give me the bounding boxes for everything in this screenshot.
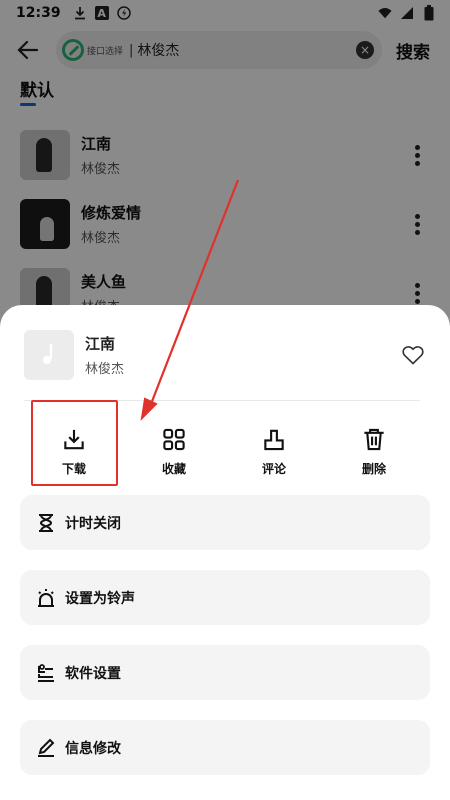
hourglass-icon: [39, 513, 53, 532]
app-settings-label: 软件设置: [65, 665, 121, 682]
alarm-icon: [38, 588, 54, 607]
grid-icon: [163, 428, 185, 451]
collect-label: 收藏: [161, 462, 186, 476]
comment-icon: [264, 429, 284, 451]
favorite-button[interactable]: [400, 342, 426, 368]
set-ringtone-label: 设置为铃声: [65, 590, 135, 607]
trash-icon: [364, 428, 384, 451]
song-options-sheet: 江南 林俊杰 下载 收藏 评论 删除 计时关闭 设置为铃声 软件设置 信息修改: [0, 305, 450, 800]
edit-info-label: 信息修改: [65, 740, 121, 757]
sheet-song-header: 江南 林俊杰: [24, 329, 426, 381]
heart-outline-icon: [402, 346, 424, 365]
sheet-song-title: 江南: [85, 335, 116, 353]
comment-button[interactable]: 评论: [224, 427, 324, 477]
collect-button[interactable]: 收藏: [124, 427, 224, 477]
timer-close-label: 计时关闭: [65, 515, 121, 532]
set-ringtone-option[interactable]: 设置为铃声: [20, 570, 430, 625]
sheet-song-artist: 林俊杰: [85, 362, 125, 377]
delete-button[interactable]: 删除: [324, 427, 424, 477]
annotation-highlight-box: [31, 400, 118, 486]
timer-close-option[interactable]: 计时关闭: [20, 495, 430, 550]
app-settings-option[interactable]: 软件设置: [20, 645, 430, 700]
album-placeholder: [24, 330, 74, 380]
settings-sliders-icon: [38, 663, 54, 682]
edit-info-option[interactable]: 信息修改: [20, 720, 430, 775]
edit-pen-icon: [38, 738, 55, 757]
comment-label: 评论: [261, 462, 286, 476]
delete-label: 删除: [361, 462, 386, 476]
music-note-icon: [42, 344, 53, 365]
